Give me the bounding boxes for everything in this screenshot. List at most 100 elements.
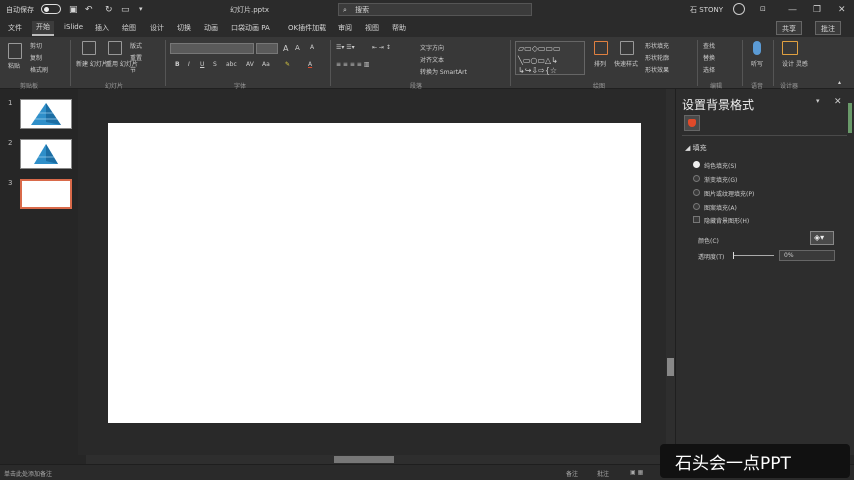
tab-design[interactable]: 设计: [150, 23, 164, 33]
tab-insert[interactable]: 插入: [95, 23, 109, 33]
collapse-ribbon-icon[interactable]: ▴: [838, 79, 841, 86]
comments-status-button[interactable]: 批注: [597, 469, 609, 478]
indent-icon[interactable]: ⇤ ⇥ ↕: [372, 44, 391, 51]
copy-button[interactable]: 复制: [30, 53, 42, 62]
redo-icon[interactable]: ↻: [105, 5, 113, 15]
close-pane-icon[interactable]: ✕: [834, 97, 842, 107]
font-color-icon[interactable]: A: [308, 61, 312, 68]
tab-help[interactable]: 帮助: [392, 23, 406, 33]
shapes-gallery[interactable]: ▱▭◇▭▭▭ ╲▭○▭△↳ ↳↪⇩⇨{☆: [515, 41, 585, 75]
comments-button[interactable]: 批注: [815, 21, 841, 35]
restore-icon[interactable]: ❐: [813, 5, 821, 15]
align-icons[interactable]: ≡ ≡ ≡ ≡ ▥: [336, 61, 369, 68]
cut-button[interactable]: 剪切: [30, 41, 42, 50]
save-icon[interactable]: ▣: [69, 5, 78, 15]
section-button[interactable]: 节: [130, 65, 136, 74]
shape-outline-button[interactable]: 形状轮廓: [645, 53, 669, 62]
pattern-fill-radio[interactable]: [693, 203, 700, 210]
slide-thumbnail-2[interactable]: [20, 139, 72, 169]
ribbon-separator: [697, 40, 698, 86]
close-icon[interactable]: ✕: [838, 5, 846, 15]
microphone-icon[interactable]: [753, 41, 761, 55]
shadow-icon[interactable]: S: [213, 61, 217, 68]
color-picker-button[interactable]: ◈▾: [810, 231, 834, 245]
design-ideas-button[interactable]: 设计 灵感: [782, 59, 808, 68]
picture-fill-radio[interactable]: [693, 189, 700, 196]
strikethrough-icon[interactable]: abc: [226, 61, 237, 68]
tab-draw[interactable]: 绘图: [122, 23, 136, 33]
horizontal-scroll-thumb[interactable]: [334, 456, 394, 463]
dictate-button[interactable]: 听写: [751, 59, 763, 68]
decrease-font-icon[interactable]: A: [295, 44, 300, 52]
smartart-button[interactable]: 转换为 SmartArt: [420, 67, 467, 76]
bullets-icon[interactable]: ☰▾ ☰▾: [336, 44, 355, 51]
ribbon-display-icon[interactable]: ⊡: [760, 5, 766, 13]
shape-effects-button[interactable]: 形状效果: [645, 65, 669, 74]
tab-file[interactable]: 文件: [8, 23, 22, 33]
font-size-dropdown[interactable]: [256, 43, 278, 54]
tab-pocket-animation[interactable]: 口袋动画 PA: [231, 23, 270, 33]
change-case-icon[interactable]: Aa: [262, 61, 270, 68]
fill-tab[interactable]: [684, 115, 700, 131]
tab-islide[interactable]: iSlide: [64, 23, 83, 31]
shape-fill-button[interactable]: 形状填充: [645, 41, 669, 50]
replace-button[interactable]: 替换: [703, 53, 715, 62]
fill-section-header[interactable]: ◢ 填充: [685, 143, 707, 153]
format-painter-button[interactable]: 格式刷: [30, 65, 48, 74]
view-normal-icon[interactable]: ▣ ▦: [630, 469, 643, 476]
tab-animations[interactable]: 动画: [204, 23, 218, 33]
notes-button[interactable]: 备注: [566, 469, 578, 478]
new-slide-button[interactable]: 新建 幻灯片: [76, 59, 108, 68]
vertical-scroll-thumb[interactable]: [667, 358, 674, 376]
qat-more-icon[interactable]: ▾: [139, 5, 143, 13]
paste-icon[interactable]: [8, 43, 22, 59]
tab-transitions[interactable]: 切换: [177, 23, 191, 33]
quick-styles-button[interactable]: 快速样式: [614, 59, 638, 68]
text-direction-button[interactable]: 文字方向: [420, 43, 444, 52]
font-name-dropdown[interactable]: [170, 43, 254, 54]
hide-background-checkbox[interactable]: [693, 216, 700, 223]
tab-review[interactable]: 审阅: [338, 23, 352, 33]
layout-button[interactable]: 版式: [130, 41, 142, 50]
char-spacing-icon[interactable]: AV: [246, 61, 254, 68]
bold-icon[interactable]: B: [175, 61, 180, 68]
vertical-scrollbar[interactable]: [666, 89, 675, 455]
search-box[interactable]: ⌕ 搜索: [338, 3, 532, 16]
present-icon[interactable]: ▭: [121, 5, 130, 15]
tab-ok-plugin[interactable]: OK插件加载: [288, 23, 326, 33]
slide-thumbnail-1[interactable]: [20, 99, 72, 129]
transparency-input[interactable]: 0%: [779, 250, 835, 261]
minimize-icon[interactable]: —: [788, 5, 797, 15]
transparency-slider[interactable]: [733, 252, 774, 259]
tab-home[interactable]: 开始: [32, 21, 54, 36]
pane-options-icon[interactable]: ▾: [816, 97, 820, 105]
tab-view[interactable]: 视图: [365, 23, 379, 33]
share-button[interactable]: 共享: [776, 21, 802, 35]
gradient-fill-radio[interactable]: [693, 175, 700, 182]
arrange-button[interactable]: 排列: [594, 59, 606, 68]
paste-button[interactable]: 粘贴: [8, 61, 20, 70]
avatar[interactable]: [733, 3, 745, 15]
highlight-icon[interactable]: ✎: [285, 61, 290, 68]
notes-hint[interactable]: 单击此处添加备注: [4, 469, 52, 478]
find-button[interactable]: 查找: [703, 41, 715, 50]
autosave-toggle[interactable]: [41, 4, 61, 14]
select-button[interactable]: 选择: [703, 65, 715, 74]
increase-font-icon[interactable]: A: [283, 44, 288, 53]
undo-icon[interactable]: ↶: [85, 5, 93, 15]
current-slide[interactable]: [108, 123, 641, 423]
new-slide-icon[interactable]: [82, 41, 96, 55]
solid-fill-radio[interactable]: [693, 161, 700, 168]
slide-thumbnail-3[interactable]: [20, 179, 72, 209]
align-text-button[interactable]: 对齐文本: [420, 55, 444, 64]
clear-format-icon[interactable]: A: [310, 44, 314, 51]
reset-button[interactable]: 重置: [130, 53, 142, 62]
pane-scrollbar[interactable]: [848, 103, 852, 133]
underline-icon[interactable]: U: [200, 61, 204, 68]
arrange-icon[interactable]: [594, 41, 608, 55]
user-name[interactable]: 石 STONY: [690, 5, 723, 15]
italic-icon[interactable]: I: [188, 61, 190, 68]
quick-styles-icon[interactable]: [620, 41, 634, 55]
design-ideas-icon[interactable]: [782, 41, 798, 55]
reuse-slides-icon[interactable]: [108, 41, 122, 55]
